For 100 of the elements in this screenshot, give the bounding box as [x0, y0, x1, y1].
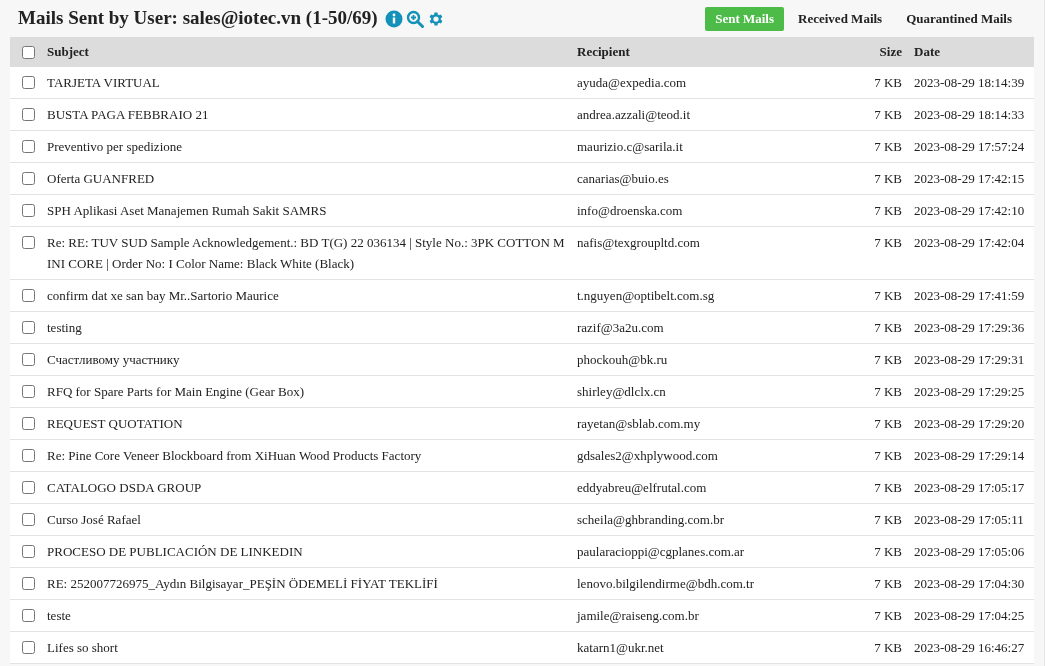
recipient-cell: shirley@dlclx.cn: [577, 384, 666, 399]
row-checkbox[interactable]: [22, 641, 35, 654]
row-checkbox[interactable]: [22, 513, 35, 526]
date-cell-text: 2023-08-29 17:57:24: [914, 138, 1025, 156]
size-cell-text: 7 KB: [874, 138, 902, 156]
date-cell-text: 2023-08-29 17:29:36: [914, 319, 1025, 337]
row-checkbox[interactable]: [22, 289, 35, 302]
row-checkbox[interactable]: [22, 108, 35, 121]
subject-link[interactable]: REQUEST QUOTATION: [47, 413, 567, 434]
recipient-cell: katarn1@ukr.net: [577, 640, 664, 655]
date-cell-text: 2023-08-29 17:04:30: [914, 575, 1025, 593]
tab[interactable]: Received Mails: [788, 6, 893, 31]
row-checkbox[interactable]: [22, 236, 35, 249]
date-cell-text: 2023-08-29 17:29:14: [914, 447, 1025, 465]
recipient-cell: scheila@ghbranding.com.br: [577, 512, 724, 527]
subject-link[interactable]: RE: 252007726975_Aydın Bilgisayar_PEŞİN ÖDEMELİ FİYAT TEKLİFİ: [47, 573, 567, 594]
recipient-cell: rayetan@sblab.com.my: [577, 416, 701, 431]
recipient-cell: nafis@texgroupltd.com: [577, 235, 700, 250]
size-cell-text: 7 KB: [874, 106, 902, 124]
select-all-checkbox[interactable]: [22, 45, 35, 59]
size-cell-text: 7 KB: [874, 415, 902, 433]
date-cell-text: 2023-08-29 17:05:11: [914, 511, 1024, 529]
subject-link[interactable]: confirm dat xe san bay Mr..Sartorio Maurice: [47, 285, 567, 306]
size-cell-text: 7 KB: [874, 639, 902, 657]
size-cell-text: 7 KB: [874, 447, 902, 465]
size-cell-text: 7 KB: [874, 575, 902, 593]
subject-link[interactable]: Preventivo per spedizione: [47, 136, 567, 157]
recipient-cell: ayuda@expedia.com: [577, 75, 687, 90]
size-cell-text: 7 KB: [874, 234, 902, 252]
row-checkbox[interactable]: [22, 545, 35, 558]
date-cell-text: 2023-08-29 17:29:20: [914, 415, 1025, 433]
date-cell-text: 2023-08-29 18:14:39: [914, 74, 1025, 92]
date-cell-text: 2023-08-29 17:42:10: [914, 202, 1025, 220]
row-checkbox[interactable]: [22, 140, 35, 153]
date-cell-text: 2023-08-29 17:05:06: [914, 543, 1025, 561]
recipient-cell: razif@3a2u.com: [577, 320, 664, 335]
subject-link[interactable]: Oferta GUANFRED: [47, 168, 567, 189]
recipient-cell: paularacioppi@cgplanes.com.ar: [577, 544, 745, 559]
subject-link[interactable]: Curso José Rafael: [47, 509, 567, 530]
size-cell-text: 7 KB: [874, 607, 902, 625]
column-header: Date: [914, 43, 940, 62]
size-cell-text: 7 KB: [874, 383, 902, 401]
date-cell-text: 2023-08-29 16:46:27: [914, 639, 1025, 657]
column-header: Subject: [47, 44, 89, 60]
date-cell-text: 2023-08-29 17:29:31: [914, 351, 1025, 369]
row-checkbox[interactable]: [22, 321, 35, 334]
subject-link[interactable]: Счастливому участнику: [47, 349, 567, 370]
recipient-cell: maurizio.c@sarila.it: [577, 139, 683, 154]
tab[interactable]: Quarantined Mails: [896, 6, 1022, 31]
zoom-in-icon[interactable]: [405, 9, 424, 28]
subject-link[interactable]: Lifes so short: [47, 637, 567, 658]
subject-link[interactable]: Re: RE: TUV SUD Sample Acknowledgement.: BD T(G) 22 036134 | Style No.: 3PK COTTON MINI CORE | Order No: I Color Name: Black White (Black): [47, 232, 567, 274]
row-checkbox[interactable]: [22, 417, 35, 430]
recipient-cell: gdsales2@xhplywood.com: [577, 448, 718, 463]
size-cell-text: 7 KB: [874, 202, 902, 220]
row-checkbox[interactable]: [22, 76, 35, 89]
subject-link[interactable]: RFQ for Spare Parts for Main Engine (Gear Box): [47, 381, 567, 402]
row-checkbox[interactable]: [22, 172, 35, 185]
row-checkbox[interactable]: [22, 481, 35, 494]
subject-link[interactable]: testing: [47, 317, 567, 338]
size-cell-text: 7 KB: [874, 543, 902, 561]
recipient-cell: andrea.azzali@teod.it: [577, 107, 691, 122]
date-cell-text: 2023-08-29 17:42:04: [914, 234, 1025, 252]
size-cell-text: 7 KB: [874, 511, 902, 529]
column-header: Recipient: [577, 44, 630, 60]
subject-link[interactable]: Re: Pine Core Veneer Blockboard from XiHuan Wood Products Factory: [47, 445, 567, 466]
subject-link[interactable]: PROCESO DE PUBLICACIÓN DE LINKEDIN: [47, 541, 567, 562]
row-checkbox[interactable]: [22, 204, 35, 217]
recipient-cell: eddyabreu@elfrutal.com: [577, 480, 707, 495]
row-checkbox[interactable]: [22, 449, 35, 462]
date-cell-text: 2023-08-29 17:41:59: [914, 287, 1025, 305]
row-checkbox[interactable]: [22, 353, 35, 366]
recipient-cell: phockouh@bk.ru: [577, 352, 668, 367]
subject-link[interactable]: SPH Aplikasi Aset Manajemen Rumah Sakit SAMRS: [47, 200, 567, 221]
subject-link[interactable]: teste: [47, 605, 567, 626]
date-cell-text: 2023-08-29 17:05:17: [914, 479, 1025, 497]
subject-link[interactable]: CATALOGO DSDA GROUP: [47, 477, 567, 498]
date-cell-text: 2023-08-29 17:29:25: [914, 383, 1025, 401]
subject-link[interactable]: TARJETA VIRTUAL: [47, 72, 567, 93]
date-cell-text: 2023-08-29 17:04:25: [914, 607, 1025, 625]
row-checkbox[interactable]: [22, 577, 35, 590]
page-title: Mails Sent by User: sales@iotec.vn (1-50/69): [18, 6, 378, 31]
size-cell-text: 7 KB: [874, 319, 902, 337]
size-cell-text: 7 KB: [874, 74, 902, 92]
row-checkbox[interactable]: [22, 609, 35, 622]
size-cell-text: 7 KB: [874, 351, 902, 369]
recipient-cell: jamile@raiseng.com.br: [577, 608, 699, 623]
date-cell-text: 2023-08-29 17:42:15: [914, 170, 1025, 188]
size-cell-text: 7 KB: [874, 170, 902, 188]
column-header: Size: [879, 43, 902, 62]
recipient-cell: info@droenska.com: [577, 203, 683, 218]
recipient-cell: t.nguyen@optibelt.com.sg: [577, 288, 715, 303]
size-cell-text: 7 KB: [874, 479, 902, 497]
recipient-cell: lenovo.bilgilendirme@bdh.com.tr: [577, 576, 754, 591]
date-cell-text: 2023-08-29 18:14:33: [914, 106, 1025, 124]
subject-link[interactable]: BUSTA PAGA FEBBRAIO 21: [47, 104, 567, 125]
size-cell-text: 7 KB: [874, 287, 902, 305]
info-icon[interactable]: [384, 9, 403, 28]
recipient-cell: canarias@buio.es: [577, 171, 669, 186]
row-checkbox[interactable]: [22, 385, 35, 398]
